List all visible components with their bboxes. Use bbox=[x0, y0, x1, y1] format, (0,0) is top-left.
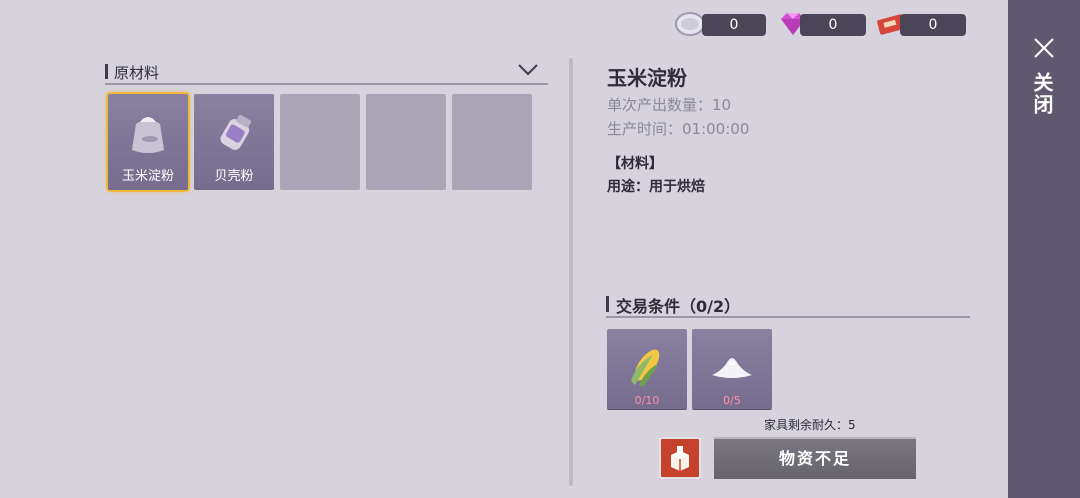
chevron-down-icon[interactable] bbox=[517, 63, 539, 77]
currency-gem-count: 0 bbox=[800, 14, 866, 36]
currency-ticket-count: 0 bbox=[900, 14, 966, 36]
output-quantity: 单次产出数量：10 bbox=[607, 96, 732, 114]
production-time: 生产时间：01:00:00 bbox=[607, 120, 750, 138]
currency-coin-count: 0 bbox=[702, 14, 766, 36]
corn-icon bbox=[631, 349, 660, 387]
box-icon bbox=[671, 446, 689, 471]
flour-pile-icon bbox=[712, 358, 752, 378]
close-icon[interactable] bbox=[1032, 36, 1056, 60]
material-slot-empty[interactable] bbox=[366, 94, 446, 190]
item-title: 玉米淀粉 bbox=[607, 66, 687, 90]
powder-jar-icon bbox=[220, 114, 252, 150]
insufficient-materials-button[interactable]: 物资不足 bbox=[714, 437, 916, 479]
crafting-screen: 关闭 0 0 0 原材料 玉米淀粉 贝壳粉 玉米淀粉 单次产出数量：10 生产时… bbox=[0, 0, 1080, 498]
material-slot-empty[interactable] bbox=[452, 94, 532, 190]
requirement-count: 0/5 bbox=[723, 394, 741, 407]
trade-divider bbox=[606, 316, 970, 318]
slot-label: 贝壳粉 bbox=[214, 169, 254, 184]
storage-box-button[interactable] bbox=[659, 437, 701, 479]
requirement-corn[interactable]: 0/10 bbox=[607, 329, 687, 409]
materials-title-marker bbox=[105, 64, 108, 79]
materials-title: 原材料 bbox=[114, 64, 160, 82]
trade-title: 交易条件（0/2） bbox=[616, 297, 741, 316]
material-slot-shell-powder[interactable]: 贝壳粉 bbox=[194, 94, 274, 190]
panel-divider-scrollbar[interactable] bbox=[569, 58, 573, 486]
slot-label: 玉米淀粉 bbox=[121, 169, 174, 184]
starch-bag-icon bbox=[132, 117, 164, 153]
material-slot-empty[interactable] bbox=[280, 94, 360, 190]
furniture-durability: 家具剩余耐久：5 bbox=[764, 418, 856, 432]
material-slot-corn-starch[interactable]: 玉米淀粉 bbox=[108, 94, 188, 190]
requirement-count: 0/10 bbox=[634, 394, 660, 407]
requirement-flour[interactable]: 0/5 bbox=[692, 329, 772, 409]
item-category: 【材料】 bbox=[607, 156, 663, 172]
close-button-label[interactable]: 关闭 bbox=[1030, 72, 1057, 116]
trade-title-marker bbox=[606, 296, 609, 312]
item-usage: 用途：用于烘焙 bbox=[607, 179, 705, 195]
materials-divider bbox=[105, 83, 548, 85]
